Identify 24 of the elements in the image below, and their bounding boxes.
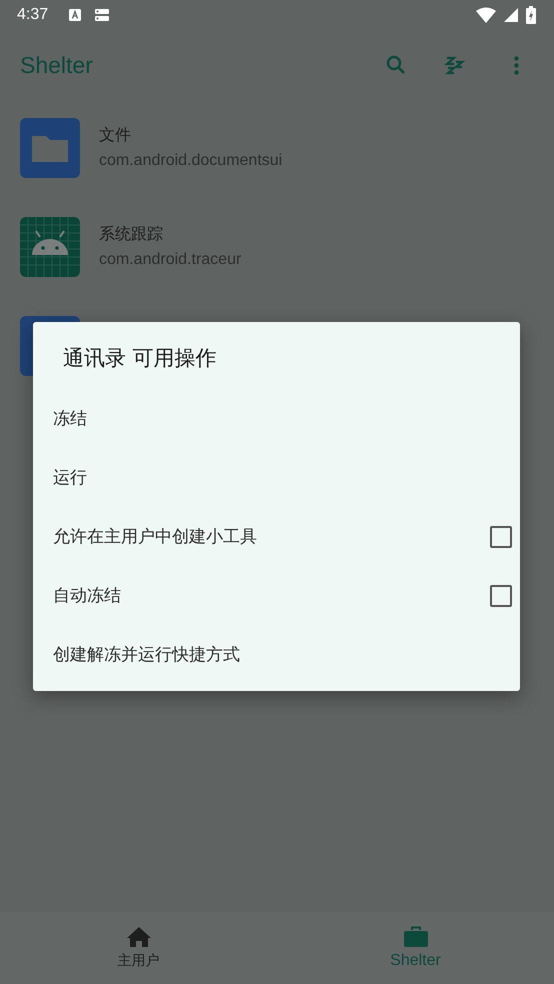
checkbox[interactable]	[490, 526, 512, 548]
nav-tab[interactable]: 主用户	[0, 912, 277, 984]
briefcase-icon	[402, 926, 428, 948]
dialog-action[interactable]: 运行	[33, 448, 520, 507]
nav-tab[interactable]: Shelter	[277, 912, 554, 984]
more-options-icon	[514, 56, 518, 74]
storage-notification-icon	[94, 8, 110, 22]
keyboard-notification-icon	[68, 8, 82, 22]
option-label: 允许在主用户中创建小工具	[53, 526, 257, 548]
signal-icon	[504, 8, 518, 22]
battery-icon	[526, 6, 536, 24]
app-name: 文件	[99, 125, 132, 146]
folder-app-icon	[20, 118, 80, 178]
dialog-title: 通讯录 可用操作	[62, 345, 218, 372]
dialog-action[interactable]: 创建解冻并运行快捷方式	[33, 625, 520, 684]
android-app-icon	[20, 216, 80, 276]
checkbox[interactable]	[490, 584, 512, 606]
app-title: Shelter	[20, 52, 93, 78]
wifi-icon	[476, 7, 496, 23]
app-name: 系统跟踪	[99, 224, 164, 245]
dialog-action[interactable]: 冻结	[33, 389, 520, 448]
home-icon	[126, 926, 152, 948]
option-label: 自动冻结	[53, 585, 121, 607]
status-time: 4:37	[17, 6, 48, 24]
